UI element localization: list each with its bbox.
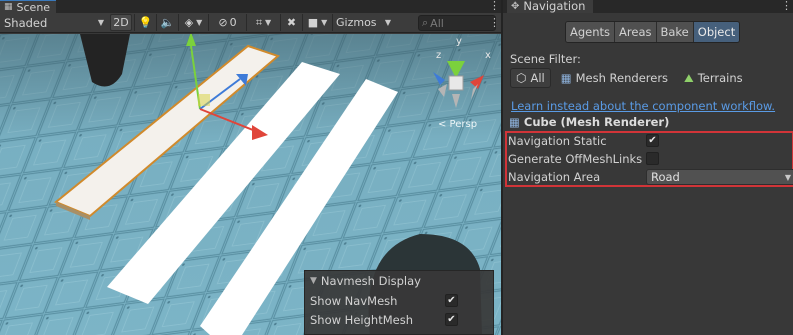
- tab-agents[interactable]: Agents: [566, 22, 616, 42]
- generate-offmeshlinks-row: Generate OffMeshLinks: [508, 150, 791, 168]
- hidden-objects-toggle[interactable]: ⊘ 0: [208, 14, 246, 31]
- chevron-down-icon: ▼: [321, 18, 328, 27]
- speaker-icon: 🔈: [160, 16, 175, 29]
- scene-search-box[interactable]: ⌕: [418, 15, 496, 31]
- gizmo-z-label: z: [436, 50, 442, 61]
- mesh-grid-icon: ▦: [509, 115, 520, 129]
- grid-snap-icon: ⌗: [255, 15, 263, 29]
- navigation-panel: ✥ Navigation ⋮ Agents Areas Bake Object …: [501, 0, 793, 335]
- navigation-area-value: Road: [651, 170, 680, 184]
- navmesh-display-header[interactable]: ▼ Navmesh Display: [305, 271, 493, 291]
- audio-toggle-button[interactable]: 🔈: [156, 14, 178, 31]
- scene-tab-label: Scene: [16, 0, 51, 14]
- filter-mesh-renderers-label: Mesh Renderers: [575, 71, 669, 85]
- filter-mesh-renderers-button[interactable]: ▦ Mesh Renderers: [555, 68, 674, 88]
- effects-dropdown[interactable]: ◈ ▼: [178, 14, 208, 31]
- checkmark-icon: ✔: [648, 134, 657, 146]
- navigation-tabbar: ✥ Navigation ⋮: [503, 0, 793, 13]
- navmesh-display-title: Navmesh Display: [320, 274, 421, 288]
- navmesh-display-overlay: ▼ Navmesh Display Show NavMesh ✔ Show He…: [304, 270, 494, 335]
- scene-tabbar: ▦ Scene ⋮: [0, 0, 501, 14]
- navigation-more-icon[interactable]: ⋮: [781, 0, 792, 12]
- persp-label[interactable]: < Persp: [438, 119, 477, 130]
- terrain-icon: ⛰: [684, 70, 694, 85]
- filter-all-button[interactable]: ⬡ All: [510, 68, 551, 88]
- toolbar-more-icon[interactable]: ⋮: [489, 17, 500, 29]
- filter-terrains-label: Terrains: [697, 71, 743, 85]
- grid-snapping-dropdown[interactable]: ⌗ ▼: [246, 14, 280, 31]
- component-workflow-link[interactable]: Learn instead about the component workfl…: [511, 99, 775, 113]
- cube-outline-icon: ⬡: [516, 71, 527, 85]
- collapse-triangle-icon: ▼: [310, 276, 317, 286]
- lighting-toggle-button[interactable]: 💡: [134, 14, 156, 31]
- navigation-area-dropdown[interactable]: Road ▼: [646, 169, 793, 185]
- mesh-grid-icon: ▦: [560, 71, 572, 85]
- scene-filter-label: Scene Filter:: [510, 52, 581, 66]
- scene-tab[interactable]: ▦ Scene: [0, 0, 57, 14]
- show-heightmesh-checkbox[interactable]: ✔: [445, 313, 458, 326]
- show-navmesh-row: Show NavMesh ✔: [305, 291, 493, 310]
- checkmark-icon: ✔: [447, 294, 456, 306]
- scene-filter-row: ⬡ All ▦ Mesh Renderers ⛰ Terrains: [510, 68, 749, 88]
- tab-object[interactable]: Object: [693, 22, 740, 42]
- navigation-tabs: Agents Areas Bake Object: [565, 21, 741, 43]
- shading-mode-dropdown[interactable]: Shaded ▼: [0, 14, 108, 32]
- search-icon: ⌕: [422, 16, 429, 29]
- checkmark-icon: ✔: [447, 313, 456, 325]
- navigation-tab[interactable]: ✥ Navigation: [507, 0, 594, 13]
- scene-more-icon[interactable]: ⋮: [489, 0, 500, 12]
- generate-offmeshlinks-checkbox[interactable]: [646, 152, 659, 165]
- lightbulb-icon: 💡: [138, 16, 153, 29]
- scene-toolbar: Shaded ▼ 2D 💡 🔈 ◈▼ ⊘ 0 ⌗▼ ✖ ■▼ Gizmos: [0, 13, 501, 33]
- navigation-area-label: Navigation Area: [508, 170, 601, 184]
- compass-icon: ✥: [511, 1, 520, 12]
- camera-icon: ■: [307, 16, 319, 29]
- navigation-static-label: Navigation Static: [508, 134, 607, 148]
- gizmo-y-label: y: [456, 36, 462, 47]
- effects-icon: ◈: [184, 16, 194, 29]
- tools-icon: ✖: [286, 16, 297, 29]
- gizmos-label: Gizmos: [336, 16, 377, 29]
- navigation-area-row: Navigation Area Road ▼: [508, 168, 793, 186]
- scene-search-input[interactable]: [430, 16, 481, 30]
- tab-areas[interactable]: Areas: [615, 22, 657, 42]
- hidden-count: 0: [229, 16, 237, 29]
- eye-slash-icon: ⊘: [218, 16, 228, 29]
- navigation-static-row: Navigation Static ✔: [508, 132, 791, 150]
- camera-dropdown[interactable]: ■ ▼: [302, 14, 332, 31]
- chevron-down-icon: ▼: [384, 18, 391, 27]
- gizmo-x-label: x: [485, 50, 491, 61]
- show-navmesh-checkbox[interactable]: ✔: [445, 294, 458, 307]
- navigation-tab-label: Navigation: [523, 0, 586, 13]
- object-title: ▦ Cube (Mesh Renderer): [509, 115, 669, 129]
- filter-terrains-button[interactable]: ⛰ Terrains: [678, 68, 749, 88]
- object-title-label: Cube (Mesh Renderer): [523, 115, 670, 129]
- chevron-down-icon: ▼: [784, 173, 791, 182]
- grid-icon: ▦: [4, 1, 13, 12]
- show-heightmesh-row: Show HeightMesh ✔: [305, 310, 493, 329]
- chevron-down-icon: ▼: [196, 18, 203, 27]
- gizmos-dropdown[interactable]: Gizmos ▼: [332, 14, 395, 31]
- show-navmesh-label: Show NavMesh: [310, 293, 398, 308]
- 2d-toggle-button[interactable]: 2D: [110, 14, 132, 31]
- tools-button[interactable]: ✖: [280, 14, 302, 31]
- scene-panel: ▦ Scene ⋮ Shaded ▼ 2D 💡 🔈 ◈▼ ⊘ 0 ⌗▼ ✖: [0, 0, 501, 335]
- chevron-down-icon: ▼: [265, 18, 272, 27]
- navigation-static-checkbox[interactable]: ✔: [646, 134, 659, 147]
- generate-offmeshlinks-label: Generate OffMeshLinks: [508, 152, 643, 166]
- show-heightmesh-label: Show HeightMesh: [310, 312, 413, 327]
- chevron-down-icon: ▼: [97, 18, 104, 27]
- 2d-toggle-label: 2D: [113, 16, 129, 29]
- tab-bake[interactable]: Bake: [656, 22, 694, 42]
- filter-all-label: All: [530, 71, 545, 85]
- shading-mode-label: Shaded: [4, 15, 48, 30]
- scene-viewport[interactable]: y x z < Persp ▼ Navmesh Display Show Nav…: [0, 34, 501, 335]
